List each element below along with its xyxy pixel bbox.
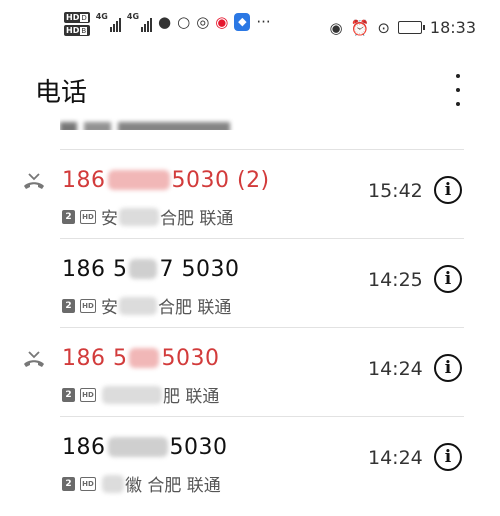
sim-2-icon: 2: [62, 476, 75, 491]
battery-icon: [397, 21, 425, 34]
call-location: 肥 联通: [101, 382, 219, 407]
call-number: 186 57 5030: [62, 257, 240, 282]
call-time: 14:25: [368, 269, 423, 291]
signal-icon-2: 4G: [127, 12, 153, 32]
hd-volte-icon-1: HD D: [64, 12, 90, 23]
eye-icon: ◉: [329, 18, 343, 37]
call-number: 186 5030 (2): [62, 168, 270, 193]
app-badge-icon: ◆: [234, 13, 251, 31]
redacted-mask: [107, 170, 170, 190]
redacted-mask: [129, 348, 160, 368]
more-vert-icon[interactable]: [448, 74, 468, 106]
call-details: 2 HD 肥 联通: [62, 382, 219, 407]
app-bar: 电话: [0, 60, 500, 120]
call-log-row[interactable]: 186 5 5030 2 HD 肥 联通 14:24 i: [0, 328, 500, 416]
missed-call-icon: [24, 173, 44, 189]
redacted-mask: [107, 437, 168, 457]
call-details: 2 HD 徽 合肥 联通: [62, 471, 221, 496]
info-icon[interactable]: i: [434, 176, 462, 204]
call-location: 安合肥 联通: [101, 207, 234, 229]
hd-call-icon: HD: [80, 476, 96, 491]
hd-call-icon: HD: [80, 298, 96, 313]
call-location: 安合肥 联通: [101, 296, 232, 318]
weibo-icon: ◉: [215, 13, 229, 31]
hd-call-icon: HD: [80, 209, 96, 224]
status-bar: HD D HD B 4G 4G ● ○ ◎ ◉ ◆ ··· ◉ ⏰ ⊙ 18:33: [0, 0, 500, 50]
call-details: 2 HD 安合肥 联通: [62, 204, 233, 229]
more-notifications-icon: ···: [256, 13, 271, 31]
hd-volte-icon-2: HD B: [64, 25, 90, 36]
status-right-icons: ◉ ⏰ ⊙ 18:33: [330, 18, 476, 37]
sim-2-icon: 2: [62, 387, 75, 402]
sim-2-icon: 2: [62, 298, 75, 313]
message-bubble-icon: ●: [158, 13, 172, 31]
info-icon[interactable]: i: [434, 443, 462, 471]
page-title: 电话: [35, 78, 88, 108]
call-details: 2 HD 安合肥 联通: [62, 293, 231, 318]
call-number: 186 5 5030: [62, 346, 220, 371]
status-time: 18:33: [429, 18, 476, 37]
hd-indicators: HD D HD B: [64, 12, 90, 36]
hd-call-icon: HD: [80, 387, 96, 402]
alarm-icon: ⏰: [350, 18, 370, 37]
app-notification-icon: ◎: [196, 13, 210, 31]
call-time: 15:42: [368, 180, 423, 202]
sim-2-icon: 2: [62, 209, 75, 224]
call-log-row[interactable]: 186 57 5030 2 HD 安合肥 联通 14:25 i: [0, 239, 500, 327]
call-time: 14:24: [368, 447, 423, 469]
status-left-icons: HD D HD B 4G 4G ● ○ ◎ ◉ ◆ ···: [64, 12, 271, 36]
redacted-mask: [129, 259, 158, 279]
signal-icon-1: 4G: [96, 12, 121, 32]
chat-icon: ○: [177, 13, 191, 31]
cut-off-call-row: [60, 116, 240, 130]
missed-call-icon: [24, 351, 44, 367]
call-log-row[interactable]: 186 5030 2 HD 徽 合肥 联通 14:24 i: [0, 417, 500, 505]
location-icon: ⊙: [377, 18, 390, 37]
call-time: 14:24: [368, 358, 423, 380]
call-number: 186 5030: [62, 435, 228, 460]
call-location: 徽 合肥 联通: [101, 471, 221, 496]
call-log-row[interactable]: 186 5030 (2) 2 HD 安合肥 联通 15:42 i: [0, 150, 500, 238]
info-icon[interactable]: i: [434, 354, 462, 382]
info-icon[interactable]: i: [434, 265, 462, 293]
